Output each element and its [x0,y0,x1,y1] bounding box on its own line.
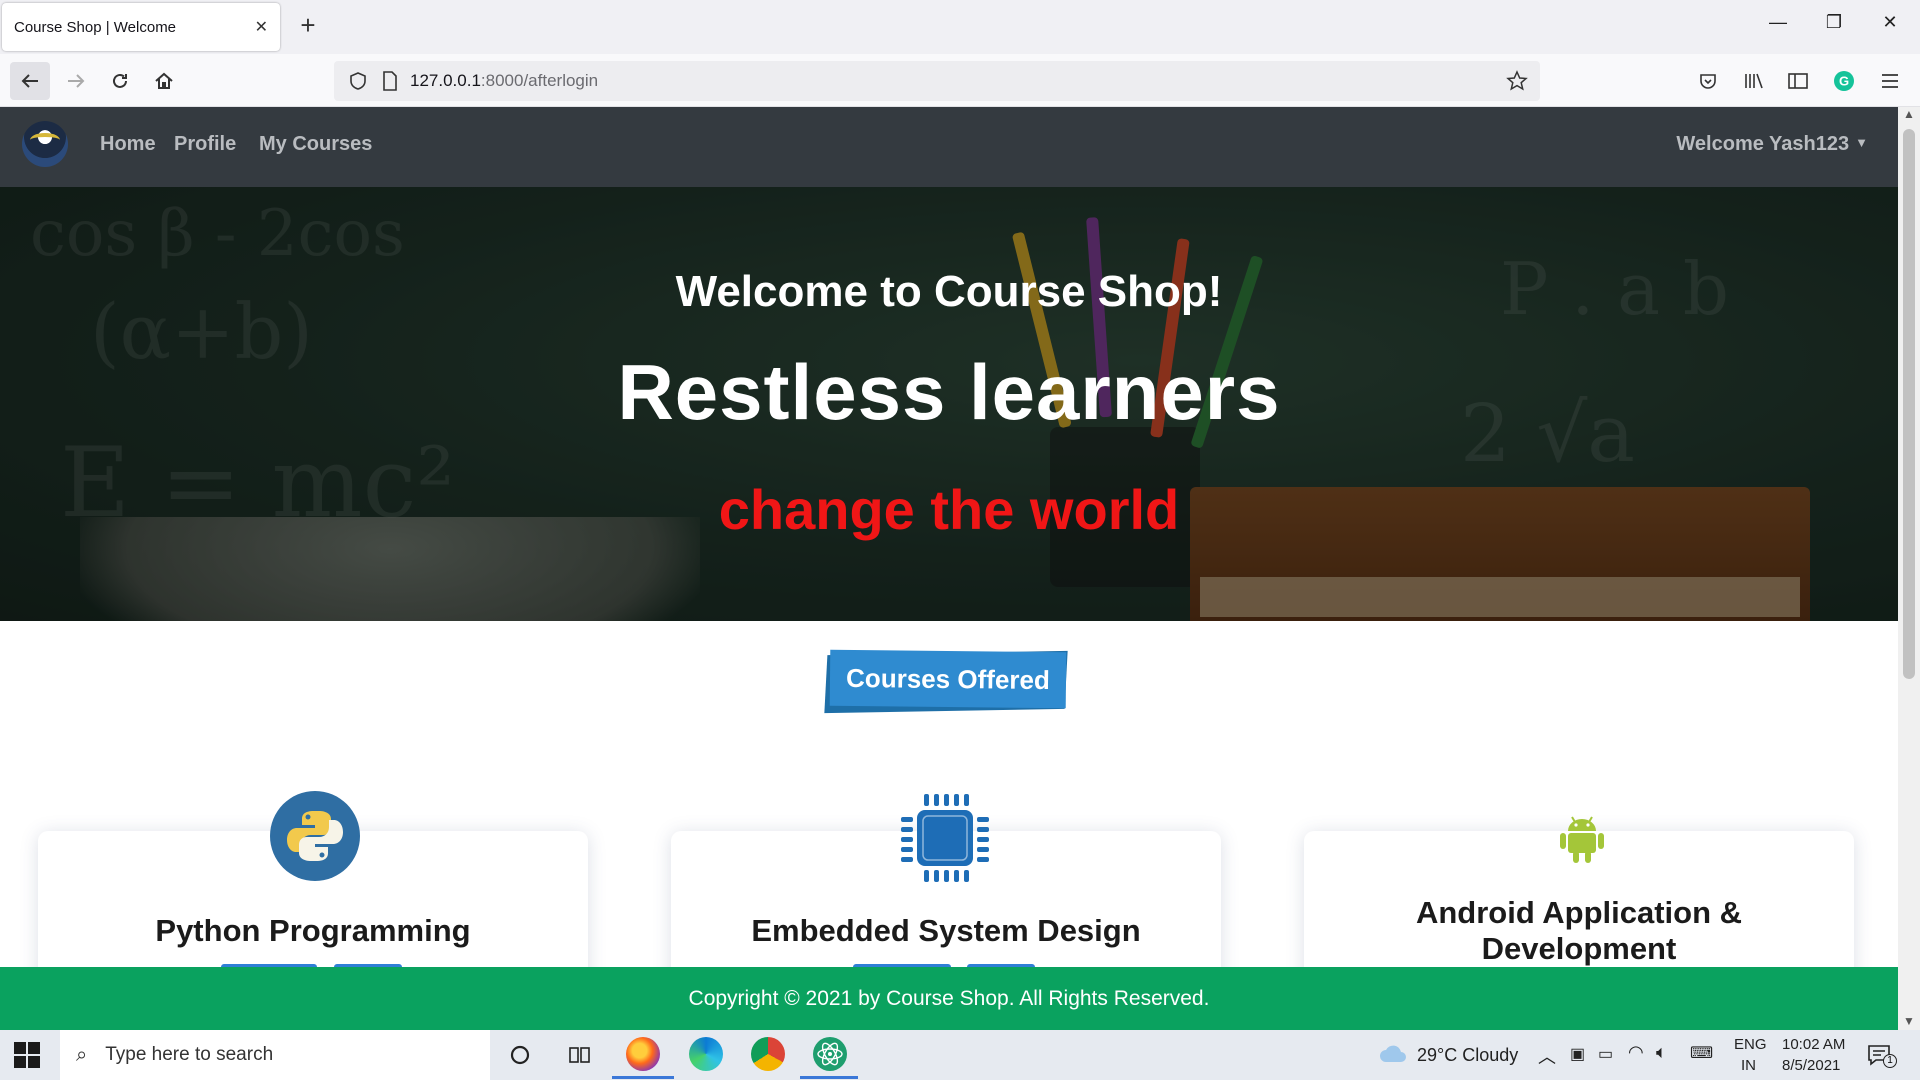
volume-icon[interactable]: 🔈︎ [1656,1042,1667,1063]
language-line2[interactable]: IN [1741,1057,1756,1074]
taskbar-search-box[interactable]: ⌕ Type here to search [60,1030,490,1080]
url-bar[interactable]: 127.0.0.1 :8000/afterlogin [334,61,1540,101]
firefox-taskbar-icon[interactable] [626,1037,660,1071]
weather-text[interactable]: 29°C Cloudy [1417,1045,1518,1066]
meet-now-icon[interactable]: ▣ [1570,1044,1585,1064]
hero-main-heading: Restless learners [617,348,1281,436]
python-icon [270,791,360,881]
minimize-icon[interactable]: — [1758,12,1798,42]
taskbar-search-placeholder: Type here to search [105,1044,274,1065]
course-title: Android Application & Development [1415,895,1743,966]
home-button[interactable] [144,62,184,100]
url-host: 127.0.0.1 [410,71,481,90]
url-path: :8000/afterlogin [480,71,599,90]
active-app-indicator [612,1076,674,1079]
scroll-thumb[interactable] [1903,129,1915,679]
site-navbar: Home Profile My Courses Welcome Yash123 ▼ [0,107,1898,187]
android-icon [1558,813,1606,865]
courses-offered-title: Courses Offered [829,649,1067,709]
browser-tab-bar: Course Shop | Welcome ✕ + — ❐ ✕ [0,0,1920,54]
tab-title: Course Shop | Welcome [14,18,177,36]
chip-icon [897,790,993,886]
language-line1[interactable]: ENG [1734,1036,1767,1053]
new-tab-button[interactable]: + [294,12,322,40]
footer-copyright: Copyright © 2021 by Course Shop. All Rig… [688,986,1210,1010]
bookmark-star-icon[interactable] [1506,70,1528,92]
forward-button[interactable] [56,62,96,100]
atom-taskbar-icon[interactable] [813,1037,847,1071]
shield-icon[interactable] [348,71,368,91]
hero-welcome-heading: Welcome to Course Shop! [675,267,1223,316]
sidebar-icon[interactable] [1780,62,1816,100]
site-footer: Copyright © 2021 by Course Shop. All Rig… [0,967,1898,1030]
nav-link-profile[interactable]: Profile [174,133,236,156]
pocket-icon[interactable] [1690,62,1726,100]
task-view-icon[interactable] [560,1038,600,1072]
home-icon [155,72,173,89]
back-arrow-icon [21,74,38,88]
forward-arrow-icon [68,74,85,88]
user-dropdown[interactable]: Welcome Yash123 ▼ [1676,133,1868,156]
page-scrollbar[interactable]: ▲ ▼ [1898,107,1920,1030]
hero-tagline: change the world [718,478,1180,541]
windows-start-icon[interactable] [14,1042,40,1068]
clock-date[interactable]: 8/5/2021 [1782,1057,1840,1074]
notification-center-icon[interactable]: 1 [1866,1042,1897,1070]
cortana-icon[interactable] [500,1038,540,1072]
svg-text:G: G [1839,74,1849,89]
page-viewport: Home Profile My Courses Welcome Yash123 ▼… [0,107,1898,1030]
menu-icon[interactable] [1872,62,1908,100]
reload-button[interactable] [100,62,140,100]
open-app-indicator [800,1076,858,1079]
window-close-icon[interactable]: ✕ [1870,12,1910,42]
caret-down-icon: ▼ [1855,135,1868,150]
battery-icon[interactable]: ▭ [1598,1044,1613,1064]
wifi-icon[interactable]: ◠ [1628,1042,1644,1063]
chrome-taskbar-icon[interactable] [751,1037,785,1071]
reload-icon [113,73,127,88]
edge-taskbar-icon[interactable] [689,1037,723,1071]
scroll-down-icon[interactable]: ▼ [1902,1014,1916,1028]
courses-offered-badge: Courses Offered [824,649,1068,714]
site-logo[interactable] [22,121,68,167]
page-icon [383,71,397,91]
nav-link-home[interactable]: Home [100,133,156,156]
notification-count: 1 [1883,1054,1897,1068]
back-button[interactable] [10,62,50,100]
library-icon[interactable] [1736,62,1772,100]
cloud-weather-icon[interactable] [1378,1042,1408,1066]
keyboard-icon[interactable]: ⌨ [1690,1043,1713,1063]
tab-close-icon[interactable]: ✕ [255,17,268,37]
hero-banner: cos β - 2cos (α+b) E = mc² P . a b 2 √a … [0,187,1898,621]
clock-time[interactable]: 10:02 AM [1782,1036,1845,1053]
search-icon: ⌕ [76,1043,88,1066]
browser-tab[interactable]: Course Shop | Welcome ✕ [2,3,280,51]
windows-taskbar: ⌕ Type here to search 29°C Cloudy ︿ ▣ ▭ … [0,1030,1920,1080]
course-title: Python Programming [155,913,471,948]
browser-toolbar: 127.0.0.1 :8000/afterlogin G [0,54,1920,107]
restore-icon[interactable]: ❐ [1814,12,1854,42]
tray-overflow-icon[interactable]: ︿ [1538,1043,1556,1069]
course-title: Embedded System Design [751,913,1141,948]
grammarly-icon[interactable]: G [1826,62,1862,100]
nav-link-my-courses[interactable]: My Courses [259,133,372,156]
scroll-up-icon[interactable]: ▲ [1902,107,1916,121]
user-dropdown-label: Welcome Yash123 [1676,133,1850,155]
